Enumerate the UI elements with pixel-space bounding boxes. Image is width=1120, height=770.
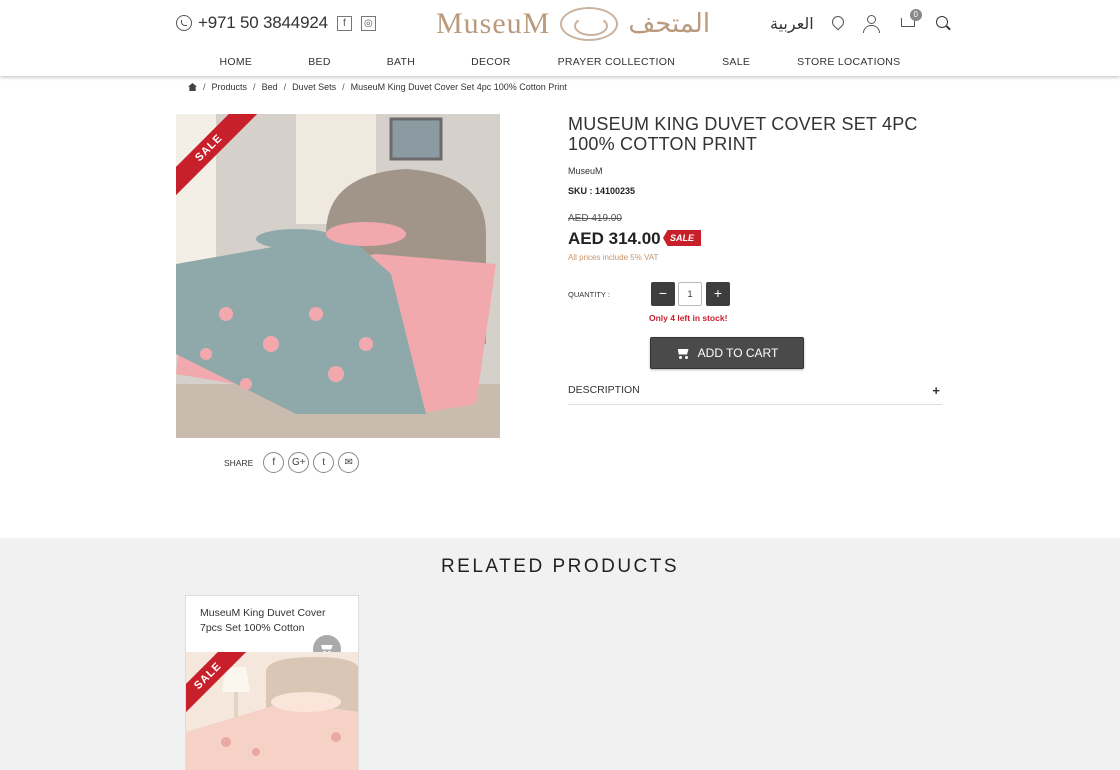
user-icon[interactable] — [862, 14, 880, 33]
nav-item-store-locations[interactable]: STORE LOCATIONS — [797, 56, 900, 68]
logo-text-ar: المتحف — [628, 9, 711, 39]
product-brand: MuseuM — [568, 166, 603, 176]
breadcrumb-duvet-sets[interactable]: Duvet Sets — [292, 82, 336, 92]
breadcrumb: / Products / Bed / Duvet Sets / MuseuM K… — [188, 82, 567, 92]
facebook-share-icon[interactable]: f — [263, 452, 285, 473]
main-nav: HOME BED BATH DECOR PRAYER COLLECTION SA… — [0, 56, 1120, 68]
cart-count-badge: 0 — [909, 8, 922, 21]
quantity-input[interactable]: 1 — [678, 282, 702, 306]
location-pin-icon[interactable] — [832, 16, 844, 32]
product-title: MUSEUM KING DUVET COVER SET 4PC 100% COT… — [568, 114, 918, 154]
breadcrumb-separator: / — [203, 82, 206, 92]
search-icon[interactable] — [935, 15, 952, 32]
instagram-icon[interactable]: ◎ — [360, 15, 376, 31]
quantity-increase-button[interactable]: + — [706, 282, 730, 306]
google-plus-share-icon[interactable]: G+ — [288, 452, 310, 473]
share-label: SHARE — [224, 457, 254, 468]
related-product-card[interactable]: MuseuM King Duvet Cover 7pcs Set 100% Co… — [185, 595, 359, 770]
description-label: DESCRIPTION — [568, 384, 640, 396]
add-to-cart-label: ADD TO CART — [697, 346, 779, 360]
cart-icon — [676, 348, 690, 359]
breadcrumb-bed[interactable]: Bed — [262, 82, 278, 92]
related-product-name[interactable]: MuseuM King Duvet Cover 7pcs Set 100% Co… — [200, 606, 350, 636]
current-price: AED 314.00 — [568, 229, 661, 248]
breadcrumb-separator: / — [342, 82, 345, 92]
expand-plus-icon[interactable]: + — [932, 383, 940, 398]
language-switch-link[interactable]: العربية — [770, 14, 814, 33]
nav-item-home[interactable]: HOME — [220, 56, 253, 68]
twitter-share-icon[interactable]: t — [313, 452, 335, 473]
share-bar: SHARE f G+ t ✉ — [224, 452, 360, 473]
site-header: +971 50 3844924 f ◎ MuseuM المتحف العربي… — [0, 0, 1120, 76]
related-products-section: RELATED PRODUCTS MuseuM King Duvet Cover… — [0, 538, 1120, 770]
related-product-image[interactable]: SALE — [186, 652, 358, 770]
old-price: AED 419.00 — [568, 213, 622, 224]
description-accordion[interactable]: DESCRIPTION + — [568, 383, 942, 405]
product-image[interactable]: SALE — [176, 114, 500, 438]
logo-text-en: MuseuM — [436, 7, 551, 40]
logo-emblem-icon — [560, 7, 619, 41]
nav-item-sale[interactable]: SALE — [722, 56, 750, 68]
phone-number[interactable]: +971 50 3844924 — [198, 13, 328, 33]
breadcrumb-products[interactable]: Products — [212, 82, 248, 92]
facebook-icon[interactable]: f — [336, 15, 352, 31]
home-icon[interactable] — [188, 83, 197, 91]
nav-item-bed[interactable]: BED — [308, 56, 331, 68]
breadcrumb-separator: / — [253, 82, 256, 92]
nav-item-decor[interactable]: DECOR — [471, 56, 510, 68]
sale-tag-badge: SALE — [663, 230, 701, 246]
header-actions: العربية 0 — [770, 8, 952, 33]
add-to-cart-button[interactable]: ADD TO CART — [650, 337, 804, 369]
quantity-decrease-button[interactable]: − — [651, 282, 675, 306]
breadcrumb-separator: / — [283, 82, 287, 92]
nav-item-prayer-collection[interactable]: PRAYER COLLECTION — [558, 56, 676, 68]
phone-contact[interactable]: +971 50 3844924 f ◎ — [176, 13, 376, 33]
related-products-title: RELATED PRODUCTS — [440, 556, 680, 577]
site-logo[interactable]: MuseuM المتحف — [436, 4, 710, 44]
nav-item-bath[interactable]: BATH — [387, 56, 415, 68]
product-sku: SKU : 14100235 — [568, 186, 636, 196]
stock-warning: Only 4 left in stock! — [649, 313, 728, 323]
whatsapp-icon — [176, 15, 192, 31]
product-photo-illustration — [176, 114, 500, 438]
breadcrumb-current: MuseuM King Duvet Cover Set 4pc 100% Cot… — [350, 82, 567, 92]
email-share-icon[interactable]: ✉ — [338, 452, 360, 473]
cart-icon[interactable]: 0 — [898, 8, 922, 33]
vat-note: All prices include 5% VAT — [568, 253, 659, 262]
quantity-label: QUANTITY : — [568, 290, 610, 299]
